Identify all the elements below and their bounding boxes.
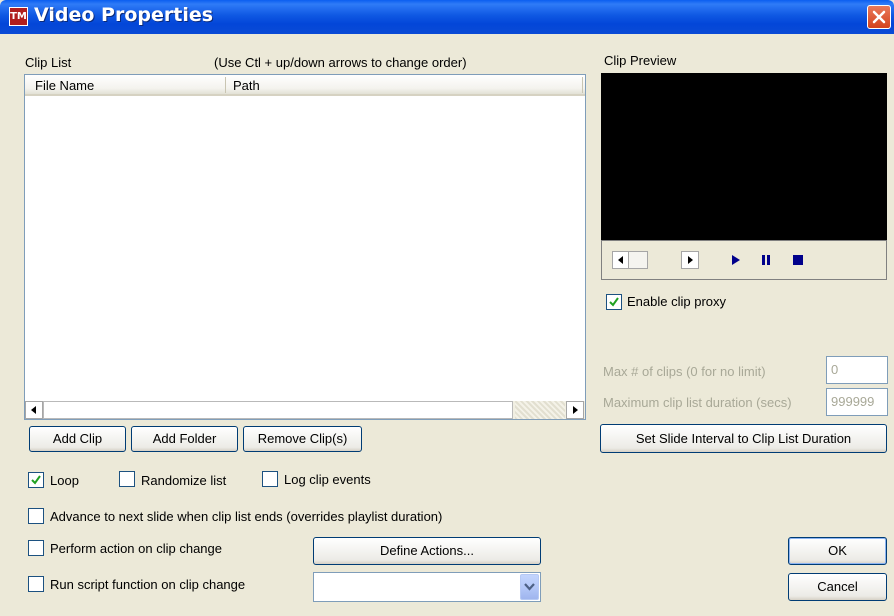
clip-order-hint: (Use Ctl + up/down arrows to change orde… (214, 55, 467, 70)
seek-right-button[interactable] (681, 251, 699, 269)
column-path[interactable]: Path (233, 78, 260, 93)
column-divider[interactable] (225, 77, 226, 93)
enable-proxy-label: Enable clip proxy (627, 294, 726, 309)
max-duration-label: Maximum clip list duration (secs) (603, 395, 792, 410)
playback-controls (601, 240, 887, 280)
advance-slide-checkbox[interactable] (28, 508, 44, 524)
checkmark-icon (31, 475, 41, 485)
define-actions-button[interactable]: Define Actions... (313, 537, 541, 565)
play-icon[interactable] (729, 253, 743, 267)
log-events-label: Log clip events (284, 472, 371, 487)
seek-left-button[interactable] (613, 252, 629, 268)
randomize-label: Randomize list (141, 473, 227, 488)
run-script-checkbox[interactable] (28, 576, 44, 592)
add-folder-button[interactable]: Add Folder (131, 426, 238, 452)
loop-label: Loop (50, 473, 79, 488)
video-properties-dialog: TM Video Properties Clip List (Use Ctl +… (0, 0, 894, 616)
ok-button[interactable]: OK (788, 537, 887, 565)
arrow-right-icon (573, 406, 578, 414)
scrollbar-thumb[interactable] (43, 401, 513, 419)
close-button[interactable] (867, 5, 891, 29)
dropdown-button[interactable] (520, 574, 539, 600)
seek-slider[interactable] (612, 251, 648, 269)
clip-list-label: Clip List (25, 55, 72, 70)
script-function-dropdown[interactable] (313, 572, 541, 602)
scroll-right-button[interactable] (566, 401, 584, 419)
set-slide-interval-button[interactable]: Set Slide Interval to Clip List Duration (600, 424, 887, 453)
app-logo-icon: TM (9, 7, 28, 26)
log-events-checkbox[interactable] (262, 471, 278, 487)
chevron-down-icon (524, 583, 535, 591)
remove-clips-button[interactable]: Remove Clip(s) (243, 426, 362, 452)
column-file-name[interactable]: File Name (35, 78, 94, 93)
horizontal-scrollbar[interactable] (25, 401, 585, 419)
arrow-left-icon (618, 256, 623, 264)
enable-proxy-checkbox[interactable] (606, 294, 622, 310)
stop-icon[interactable] (791, 253, 805, 267)
arrow-left-icon (31, 406, 36, 414)
arrow-right-icon (688, 256, 693, 264)
perform-action-checkbox[interactable] (28, 540, 44, 556)
clip-preview-label: Clip Preview (604, 53, 677, 68)
column-divider[interactable] (582, 77, 583, 93)
title-bar[interactable]: TM Video Properties (0, 0, 894, 34)
perform-action-label: Perform action on clip change (50, 541, 222, 556)
add-clip-button[interactable]: Add Clip (29, 426, 126, 452)
window-title: Video Properties (34, 4, 214, 26)
run-script-label: Run script function on clip change (50, 577, 246, 592)
max-clips-field[interactable]: 0 (826, 356, 888, 384)
cancel-button[interactable]: Cancel (788, 573, 887, 601)
close-icon (872, 10, 886, 24)
clip-list-view[interactable]: File Name Path (24, 74, 586, 420)
pause-icon[interactable] (759, 253, 773, 267)
loop-checkbox[interactable] (28, 472, 44, 488)
scrollbar-track[interactable] (515, 401, 565, 419)
checkmark-icon (609, 297, 619, 307)
advance-slide-label: Advance to next slide when clip list end… (50, 509, 443, 524)
scroll-left-button[interactable] (25, 401, 43, 419)
list-header: File Name Path (25, 75, 585, 96)
max-clips-label: Max # of clips (0 for no limit) (603, 364, 766, 379)
max-duration-field[interactable]: 999999 (826, 388, 888, 416)
randomize-checkbox[interactable] (119, 471, 135, 487)
